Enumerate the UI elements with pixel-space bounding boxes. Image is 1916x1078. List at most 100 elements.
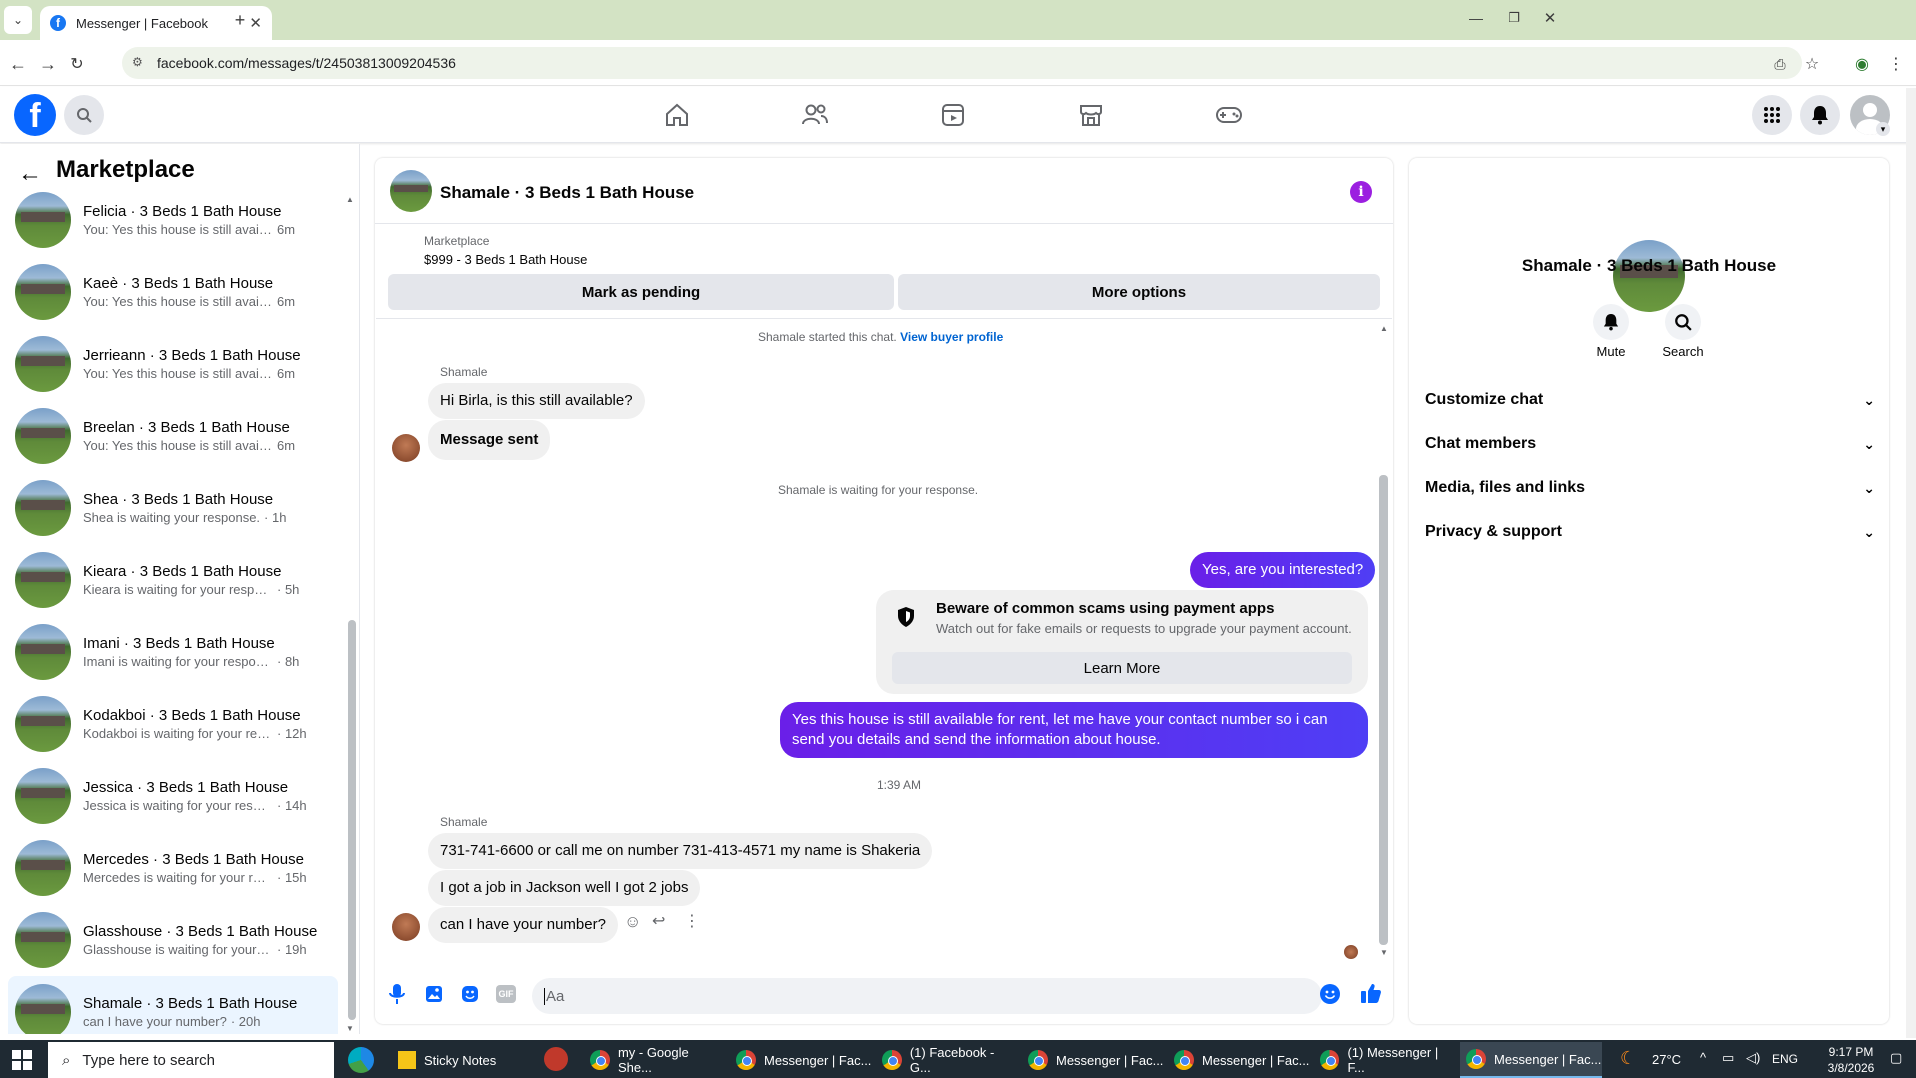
react-emoji-icon[interactable]: ☺ <box>624 912 641 932</box>
chat-started-text: Shamale started this chat. <box>758 330 897 344</box>
chevron-down-icon: ⌄ <box>1863 523 1875 540</box>
clock[interactable]: 9:17 PM 3/8/2026 <box>1816 1044 1886 1076</box>
taskbar-chrome-window[interactable]: my - Google She... <box>584 1042 726 1078</box>
install-app-icon[interactable]: ⎙ <box>1766 50 1794 78</box>
photo-icon[interactable] <box>424 984 444 1009</box>
close-window-button[interactable]: ✕ <box>1536 4 1564 32</box>
conversation-thumbnail <box>15 912 71 968</box>
outgoing-message-line: send you details and send the informatio… <box>792 731 1161 748</box>
search-icon[interactable] <box>1665 304 1701 340</box>
conversation-item[interactable]: Imani · 3 Beds 1 Bath House Imani is wait… <box>8 616 338 688</box>
sender-avatar[interactable] <box>392 913 420 941</box>
bell-icon[interactable] <box>1593 304 1629 340</box>
marketplace-icon[interactable] <box>1035 87 1147 143</box>
incoming-message[interactable]: I got a job in Jackson well I got 2 jobs <box>428 870 701 906</box>
sticky-notes-icon <box>398 1051 416 1069</box>
thumbs-up-icon[interactable] <box>1360 982 1382 1009</box>
restore-button[interactable]: ❐ <box>1500 4 1528 32</box>
show-hidden-icons-icon[interactable]: ^ <box>1700 1050 1706 1065</box>
home-icon[interactable] <box>621 87 733 143</box>
taskbar-chrome-window[interactable]: Messenger | Fac... <box>1022 1042 1164 1078</box>
learn-more-button[interactable]: Learn More <box>892 652 1352 684</box>
more-actions-icon[interactable]: ⋮ <box>684 911 700 931</box>
taskbar-chrome-window[interactable]: (1) Messenger | F... <box>1314 1042 1456 1078</box>
chat-scroll-down-icon[interactable]: ▼ <box>1380 948 1388 957</box>
temperature[interactable]: 27°C <box>1652 1052 1681 1067</box>
conversation-item[interactable]: Jessica · 3 Beds 1 Bath House Jessica is … <box>8 760 338 832</box>
conversation-time: 6m <box>277 222 296 237</box>
conversation-item[interactable]: Kaeè · 3 Beds 1 Bath House You: Yes this … <box>8 256 338 328</box>
weather-icon[interactable]: ☾ <box>1620 1048 1636 1069</box>
conversation-item[interactable]: Felicia · 3 Beds 1 Bath House You: Yes th… <box>8 184 338 256</box>
conversation-item[interactable]: Glasshouse · 3 Beds 1 Bath House Glasshou… <box>8 904 338 976</box>
info-icon[interactable]: i <box>1350 181 1372 203</box>
app-icon[interactable] <box>544 1047 568 1071</box>
page-scrollbar[interactable] <box>1906 88 1916 1038</box>
url-field[interactable]: ⚙ facebook.com/messages/t/24503813009204… <box>122 47 1802 79</box>
incoming-message[interactable]: Hi Birla, is this still available? <box>428 383 645 419</box>
conversation-item[interactable]: Kodakboi · 3 Beds 1 Bath House Kodakboi i… <box>8 688 338 760</box>
media-files-links-section[interactable]: Media, files and links ⌄ <box>1425 470 1875 506</box>
profile-icon[interactable]: ◉ <box>1848 50 1876 78</box>
conversation-item[interactable]: Jerrieann · 3 Beds 1 Bath House You: Yes … <box>8 328 338 400</box>
incoming-message[interactable]: Message sent <box>428 420 551 460</box>
microphone-icon[interactable] <box>388 983 406 1010</box>
reply-icon[interactable]: ↩ <box>652 911 665 931</box>
incoming-message[interactable]: 731-741-6600 or call me on number 731-41… <box>428 833 933 869</box>
outgoing-message[interactable]: Yes this house is still available for re… <box>780 702 1368 758</box>
search-label[interactable]: Search <box>1655 344 1711 359</box>
conversation-item[interactable]: Shamale · 3 Beds 1 Bath House can I have … <box>8 976 338 1034</box>
listing-title[interactable]: $999 - 3 Beds 1 Bath House <box>424 252 587 267</box>
video-icon[interactable] <box>897 87 1009 143</box>
conversation-name: Breelan · 3 Beds 1 Bath House <box>83 419 290 436</box>
minimize-button[interactable]: — <box>1462 4 1490 32</box>
conversation-name: Kieara · 3 Beds 1 Bath House <box>83 563 282 580</box>
gif-icon[interactable]: GIF <box>496 985 516 1003</box>
language-indicator[interactable]: ENG <box>1772 1052 1798 1066</box>
message-input[interactable]: Aa <box>532 978 1322 1014</box>
account-chevron-icon[interactable]: ▾ <box>1876 122 1890 136</box>
more-options-button[interactable]: More options <box>898 274 1380 310</box>
chat-members-section[interactable]: Chat members ⌄ <box>1425 426 1875 462</box>
taskbar-chrome-window[interactable]: Messenger | Fac... <box>730 1042 872 1078</box>
mark-as-pending-button[interactable]: Mark as pending <box>388 274 894 310</box>
view-buyer-profile-link[interactable]: View buyer profile <box>900 330 1003 344</box>
notifications-bell-icon[interactable] <box>1800 95 1840 135</box>
bookmark-star-icon[interactable]: ☆ <box>1798 50 1826 78</box>
outgoing-message[interactable]: Yes, are you interested? <box>1190 552 1376 588</box>
sticker-icon[interactable] <box>460 984 480 1009</box>
taskbar-chrome-window-active[interactable]: Messenger | Fac... <box>1460 1042 1602 1078</box>
conversation-item[interactable]: Shea · 3 Beds 1 Bath House Shea is waitin… <box>8 472 338 544</box>
conversation-item[interactable]: Breelan · 3 Beds 1 Bath House You: Yes th… <box>8 400 338 472</box>
privacy-support-section[interactable]: Privacy & support ⌄ <box>1425 514 1875 550</box>
notification-center-icon[interactable]: ▢ <box>1890 1050 1902 1066</box>
chevron-down-icon: ⌄ <box>1863 479 1875 496</box>
customize-chat-section[interactable]: Customize chat ⌄ <box>1425 382 1875 418</box>
network-icon[interactable]: ▭ <box>1722 1050 1734 1066</box>
sender-avatar[interactable] <box>392 434 420 462</box>
sender-label: Shamale <box>440 815 488 829</box>
chat-avatar[interactable] <box>390 170 432 212</box>
chat-scroll-up-icon[interactable]: ▲ <box>1380 324 1388 333</box>
taskbar-sticky-notes[interactable]: Sticky Notes <box>392 1042 502 1078</box>
gaming-icon[interactable] <box>1173 87 1285 143</box>
menu-grid-icon[interactable] <box>1752 95 1792 135</box>
taskbar-chrome-window[interactable]: (1) Facebook - G... <box>876 1042 1018 1078</box>
emoji-icon[interactable] <box>1320 984 1340 1004</box>
chat-scrollbar[interactable] <box>1379 475 1388 945</box>
taskbar-search-box[interactable]: ⌕ Type here to search <box>48 1042 334 1078</box>
contact-avatar[interactable] <box>1613 240 1685 312</box>
friends-icon[interactable] <box>759 87 871 143</box>
windows-start-icon[interactable] <box>12 1050 32 1075</box>
incoming-message[interactable]: can I have your number? <box>428 907 618 943</box>
taskbar-chrome-window[interactable]: Messenger | Fac... <box>1168 1042 1310 1078</box>
conversation-item[interactable]: Mercedes · 3 Beds 1 Bath House Mercedes i… <box>8 832 338 904</box>
taskbar-item-label: (1) Messenger | F... <box>1347 1045 1439 1075</box>
taskbar-search-placeholder: Type here to search <box>82 1051 215 1069</box>
browser-menu-icon[interactable]: ⋮ <box>1882 50 1910 78</box>
mute-label[interactable]: Mute <box>1583 344 1639 359</box>
chat-title[interactable]: Shamale · 3 Beds 1 Bath House <box>440 183 694 203</box>
volume-icon[interactable]: ◁) <box>1746 1050 1760 1066</box>
conversation-item[interactable]: Kieara · 3 Beds 1 Bath House Kieara is wa… <box>8 544 338 616</box>
edge-browser-icon[interactable] <box>348 1047 374 1073</box>
